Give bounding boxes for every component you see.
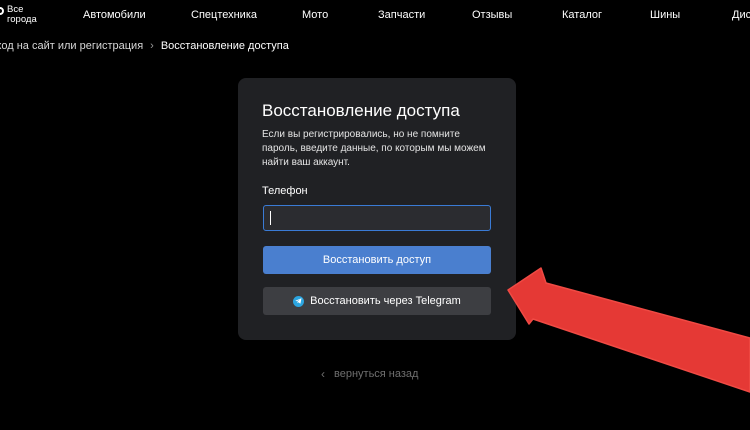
chevron-left-icon: ‹ <box>321 367 325 381</box>
breadcrumb: ход на сайт или регистрация › Восстановл… <box>0 40 289 52</box>
phone-label: Телефон <box>262 185 308 197</box>
telegram-icon <box>293 295 305 307</box>
nav-item-special-equipment[interactable]: Спецтехника <box>191 9 257 21</box>
nav-item-cars[interactable]: Автомобили <box>83 9 146 21</box>
back-link-label: вернуться назад <box>334 368 419 380</box>
restore-access-button-label: Восстановить доступ <box>322 254 432 266</box>
city-selector[interactable]: Все города <box>0 5 41 25</box>
city-selector-label: Все города <box>7 4 37 25</box>
text-caret <box>270 211 271 225</box>
breadcrumb-current: Восстановление доступа <box>160 40 289 52</box>
nav-item-catalog[interactable]: Каталог <box>562 9 602 21</box>
restore-via-telegram-button[interactable]: Восстановить через Telegram <box>263 287 491 315</box>
page-title: Восстановление доступа <box>262 101 460 120</box>
location-pin-icon <box>0 7 4 15</box>
breadcrumb-login-link[interactable]: ход на сайт или регистрация <box>0 40 143 52</box>
nav-item-parts[interactable]: Запчасти <box>378 9 425 21</box>
breadcrumb-separator: › <box>150 40 154 52</box>
nav-item-wheels[interactable]: Диски <box>732 9 750 21</box>
restore-access-button[interactable]: Восстановить доступ <box>263 246 491 274</box>
nav-item-tires[interactable]: Шины <box>650 9 680 21</box>
phone-input[interactable] <box>263 205 491 231</box>
top-nav: Все города Автомобили Спецтехника Мото З… <box>0 0 750 32</box>
restore-via-telegram-label: Восстановить через Telegram <box>310 295 461 307</box>
nav-item-reviews[interactable]: Отзывы <box>472 9 512 21</box>
page: Все города Автомобили Спецтехника Мото З… <box>0 0 750 430</box>
recovery-description: Если вы регистрировались, но не помните … <box>262 129 486 168</box>
back-link[interactable]: ‹ вернуться назад <box>321 367 418 381</box>
nav-item-moto[interactable]: Мото <box>302 9 328 21</box>
